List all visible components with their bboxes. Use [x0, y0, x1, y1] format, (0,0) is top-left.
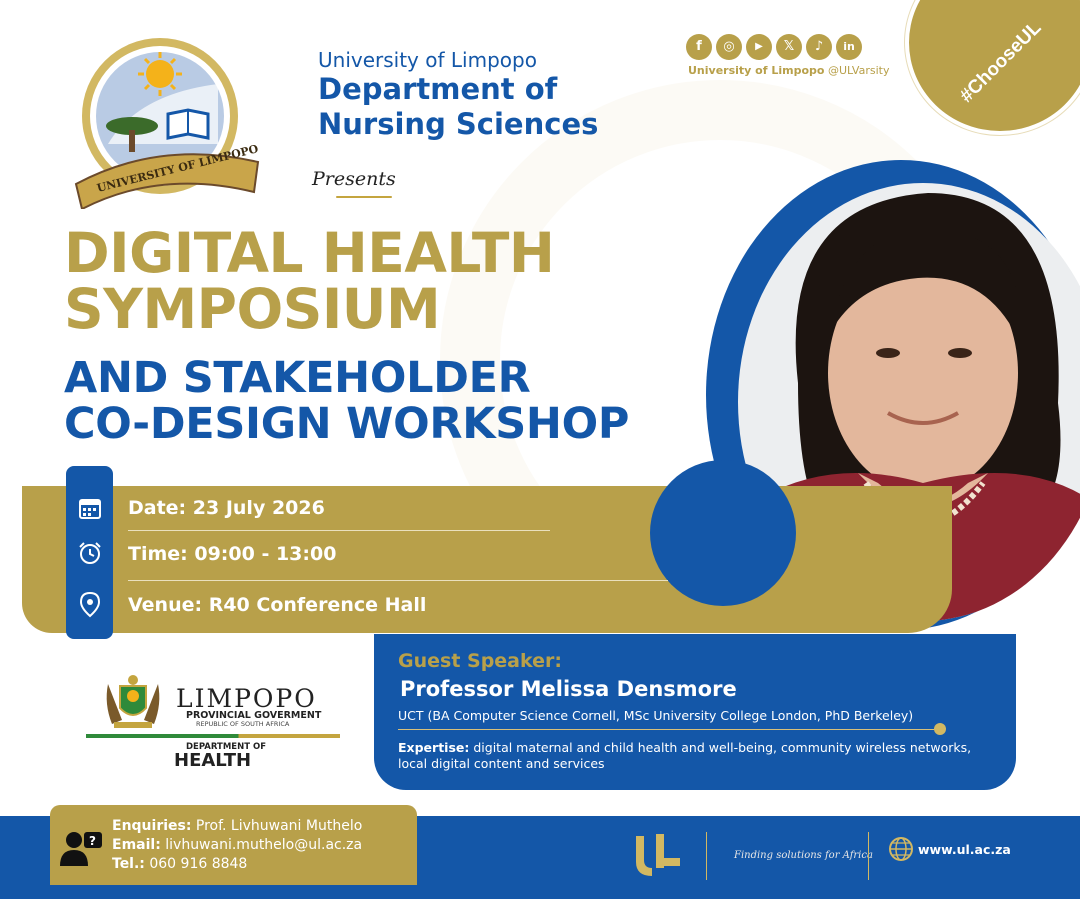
svg-text:?: ?	[89, 834, 96, 848]
details-divider-2	[128, 580, 668, 581]
speaker-affiliation: UCT (BA Computer Science Cornell, MSc Un…	[398, 708, 914, 723]
limpopo-name: LIMPOPO	[176, 684, 317, 713]
expertise-text: digital maternal and child health and we…	[398, 740, 972, 772]
footer-separator-2	[868, 832, 869, 880]
title-line-2: SYMPOSIUM	[64, 277, 441, 342]
enquiries-label: Enquiries:	[112, 818, 192, 834]
email-label: Email:	[112, 837, 161, 853]
enquiries-line: Enquiries: Prof. Livhuwani Muthelo	[112, 818, 362, 834]
presents-underline	[336, 196, 392, 198]
footer-tagline: Finding solutions for Africa	[734, 850, 873, 861]
decorative-blue-circle	[650, 460, 796, 606]
tel-label: Tel.:	[112, 856, 145, 872]
instagram-icon[interactable]: ◎	[716, 34, 742, 60]
presents-text: Presents	[312, 168, 396, 190]
globe-icon	[889, 837, 913, 861]
expertise-label: Expertise:	[398, 740, 470, 755]
x-twitter-icon[interactable]: 𝕏	[776, 34, 802, 60]
limpopo-republic: REPUBLIC OF SOUTH AFRICA	[196, 720, 290, 728]
email-line: Email: livhuwani.muthelo@ul.ac.za	[112, 837, 362, 853]
subtitle-line-2: CO-DESIGN WORKSHOP	[64, 399, 630, 450]
limpopo-rule	[86, 734, 340, 738]
subtitle-line-1: AND STAKEHOLDER	[64, 353, 531, 403]
details-divider-1	[128, 530, 550, 531]
handle-text: @ULVarsity	[827, 64, 890, 77]
event-title: DIGITAL HEALTH SYMPOSIUM	[64, 221, 555, 342]
event-date: Date: 23 July 2026	[128, 497, 325, 519]
ul-logo-mark	[636, 834, 680, 876]
event-venue: Venue: R40 Conference Hall	[128, 594, 427, 616]
youtube-icon[interactable]: ▶	[746, 34, 772, 60]
tiktok-icon[interactable]: ♪	[806, 34, 832, 60]
speaker-divider-dot	[934, 723, 946, 735]
tel-line: Tel.: 060 916 8848	[112, 856, 247, 872]
university-name: University of Limpopo	[318, 48, 537, 72]
speaker-divider	[398, 729, 938, 730]
event-subtitle: AND STAKEHOLDER CO-DESIGN WORKSHOP	[64, 355, 629, 448]
department-name: Department of Nursing Sciences	[318, 72, 599, 142]
linkedin-icon[interactable]: in	[836, 34, 862, 60]
facebook-icon[interactable]: f	[686, 34, 712, 60]
title-line-1: DIGITAL HEALTH	[64, 221, 555, 285]
social-icons: f ◎ ▶ 𝕏 ♪ in	[686, 34, 862, 60]
contact-person-icon: ?	[60, 832, 102, 866]
speaker-expertise: Expertise: digital maternal and child he…	[398, 740, 998, 773]
enquiries-contact: Prof. Livhuwani Muthelo	[195, 818, 363, 834]
guest-speaker-label: Guest Speaker:	[398, 650, 562, 672]
handle-prefix: University of Limpopo	[688, 64, 825, 77]
footer-separator-1	[706, 832, 707, 880]
limpopo-coat-of-arms	[106, 675, 160, 728]
limpopo-health: HEALTH	[174, 750, 252, 771]
social-handle: University of Limpopo @ULVarsity	[688, 64, 889, 77]
email-address[interactable]: livhuwani.muthelo@ul.ac.za	[165, 837, 362, 853]
tel-number[interactable]: 060 916 8848	[149, 856, 247, 872]
event-time: Time: 09:00 - 13:00	[128, 543, 337, 565]
university-logo: UNIVERSITY OF LIMPOPO	[74, 38, 260, 209]
location-pin-icon	[66, 590, 113, 620]
website-link[interactable]: www.ul.ac.za	[918, 842, 1011, 857]
speaker-name: Professor Melissa Densmore	[400, 677, 737, 701]
alarm-clock-icon	[66, 538, 113, 568]
calendar-icon	[66, 493, 113, 523]
